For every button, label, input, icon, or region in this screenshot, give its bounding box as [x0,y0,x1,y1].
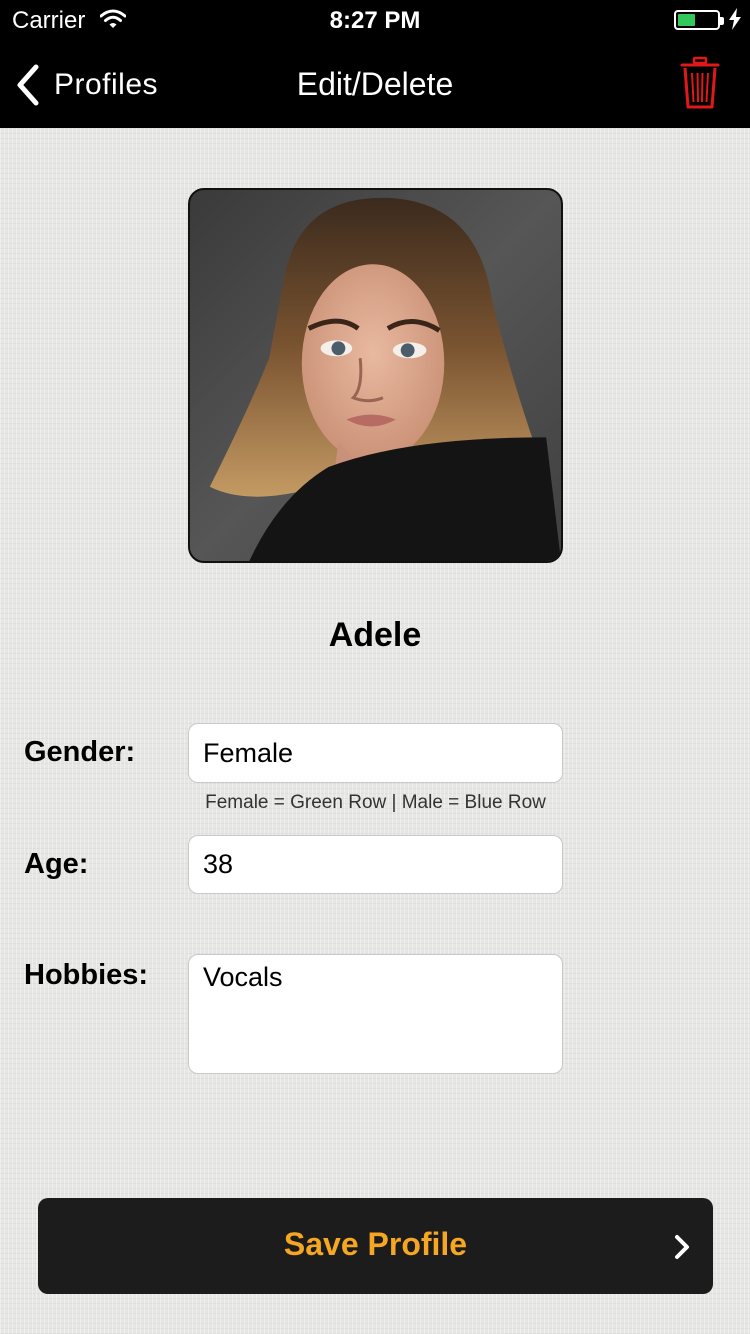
age-field[interactable] [188,835,563,894]
trash-icon[interactable] [680,56,720,110]
status-time: 8:27 PM [329,7,421,34]
profile-name: Adele [328,616,422,654]
battery-level [678,14,695,26]
chevron-right-icon [675,1235,689,1259]
status-bar: Carrier 8:27 PM [0,0,750,40]
portrait-image [209,197,561,561]
navigation-bar: Carrier 8:27 PM Profiles Edit/Delete [0,0,750,128]
gender-hint: Female = Green Row | Male = Blue Row [205,792,546,813]
gender-label: Gender: [24,736,136,768]
profile-photo[interactable] [188,188,563,563]
hobbies-label: Hobbies: [24,959,149,991]
chevron-left-icon [17,64,39,106]
gender-field[interactable] [188,723,563,783]
back-button-label: Profiles [54,68,159,101]
battery-icon [674,10,724,30]
save-profile-label: Save Profile [283,1226,468,1262]
charging-bolt-icon [729,8,741,30]
back-button[interactable]: Profiles [14,60,158,110]
hobbies-field[interactable]: Vocals [188,954,563,1074]
age-label: Age: [24,848,89,880]
save-profile-button[interactable]: Save Profile [38,1198,713,1294]
